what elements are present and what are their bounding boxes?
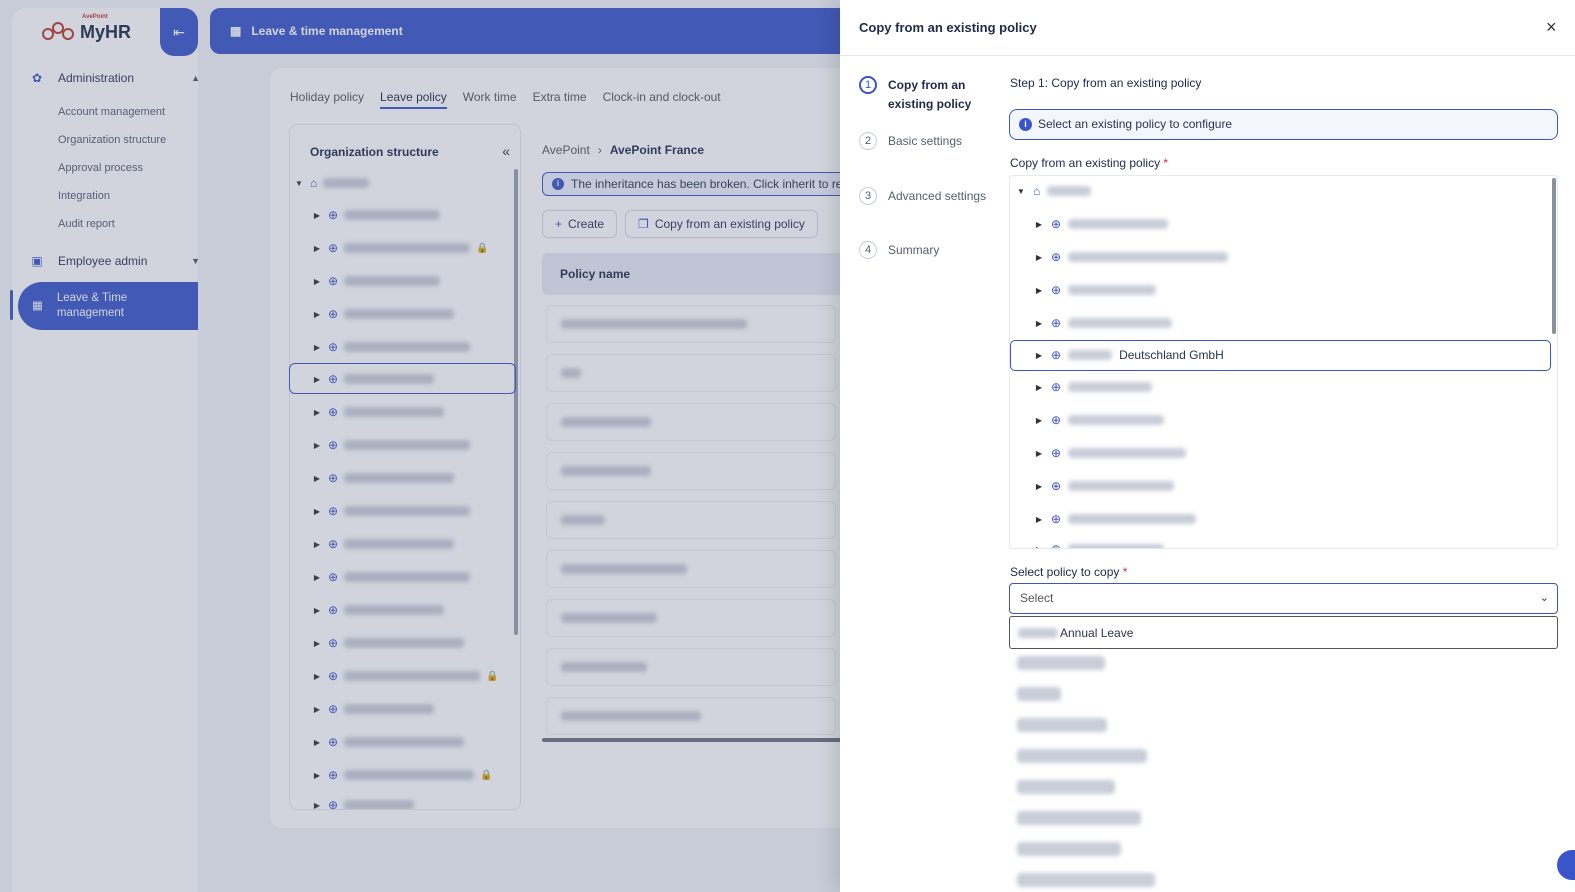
tree-node[interactable]: ▶ ⊕ [1034, 279, 1157, 301]
dropdown-option[interactable] [1017, 718, 1107, 732]
step-label: Basic settings [888, 134, 963, 148]
chevron-down-icon: ⌄ [1539, 592, 1549, 604]
caret-down-icon: ▼ [1017, 186, 1025, 196]
scrollbar[interactable] [1552, 178, 1556, 334]
step-2[interactable]: 2 Basic settings [859, 132, 962, 151]
tree-node[interactable]: ▶ ⊕ [1034, 538, 1165, 549]
tree-root[interactable]: ▼ ⌂ [1016, 180, 1092, 202]
blurred-text [1068, 448, 1187, 458]
option-label: Annual Leave [1060, 625, 1134, 640]
divider [840, 55, 1575, 56]
step-number: 1 [859, 76, 877, 94]
blurred-text [1068, 481, 1175, 491]
globe-icon: ⊕ [1051, 316, 1062, 330]
blurred-text [1068, 544, 1165, 548]
selected-node-label: Deutschland GmbH [1119, 348, 1224, 362]
dropdown-option[interactable] [1017, 656, 1105, 670]
caret-right-icon: ▶ [1035, 382, 1043, 392]
blurred-text [1018, 627, 1058, 638]
policy-select[interactable]: Select ⌄ [1009, 583, 1558, 614]
tree-node[interactable]: ▶ ⊕ [1034, 246, 1229, 268]
step-4[interactable]: 4 Summary [859, 241, 939, 260]
caret-right-icon: ▶ [1035, 252, 1043, 262]
home-icon: ⌂ [1033, 184, 1041, 198]
blurred-text [1047, 186, 1092, 196]
caret-right-icon: ▶ [1035, 415, 1043, 425]
select-placeholder: Select [1020, 591, 1054, 605]
tree-label-text: Copy from an existing policy [1010, 156, 1161, 170]
globe-icon: ⊕ [1051, 446, 1062, 460]
globe-icon: ⊕ [1051, 250, 1062, 264]
dropdown-option[interactable] [1017, 749, 1147, 763]
step-label: Advanced settings [888, 189, 987, 203]
tree-node[interactable]: ▶ ⊕ [1034, 475, 1175, 497]
globe-icon: ⊕ [1051, 217, 1062, 231]
step-label: Copy from an existing policy [888, 78, 972, 111]
dropdown-option-highlighted[interactable]: Annual Leave [1009, 616, 1558, 649]
globe-icon: ⊕ [1051, 413, 1062, 427]
caret-right-icon: ▶ [1035, 481, 1043, 491]
tree-node[interactable]: ▶ ⊕ [1034, 376, 1153, 398]
blurred-text [1068, 318, 1173, 328]
globe-icon: ⊕ [1051, 380, 1062, 394]
dropdown-option[interactable] [1017, 811, 1141, 825]
caret-right-icon: ▶ [1035, 318, 1043, 328]
globe-icon: ⊕ [1051, 479, 1062, 493]
step-number: 3 [859, 187, 877, 205]
tree-field-label: Copy from an existing policy * [1010, 156, 1168, 170]
tree-node[interactable]: ▶ ⊕ [1034, 312, 1173, 334]
step-label: Summary [888, 243, 940, 257]
globe-icon: ⊕ [1051, 512, 1062, 526]
policy-field-label: Select policy to copy * [1010, 565, 1127, 579]
required-mark: * [1122, 565, 1128, 579]
globe-icon: ⊕ [1051, 542, 1062, 549]
blurred-text [1068, 252, 1229, 262]
globe-icon: ⊕ [1051, 283, 1062, 297]
step-3[interactable]: 3 Advanced settings [859, 187, 986, 206]
drawer-title: Copy from an existing policy [859, 20, 1037, 35]
hint-box: i Select an existing policy to configure [1009, 109, 1558, 140]
blurred-text [1068, 285, 1157, 295]
globe-icon: ⊕ [1051, 348, 1062, 362]
caret-right-icon: ▶ [1035, 219, 1043, 229]
step-number: 4 [859, 241, 877, 259]
dropdown-option[interactable] [1017, 687, 1061, 701]
required-mark: * [1163, 156, 1169, 170]
blurred-text [1068, 514, 1197, 524]
blurred-text [1068, 350, 1113, 360]
blurred-text [1068, 219, 1169, 229]
blurred-text [1068, 382, 1153, 392]
close-icon[interactable]: × [1546, 17, 1557, 38]
copy-policy-drawer: Copy from an existing policy × 1 Copy fr… [840, 0, 1575, 892]
tree-node[interactable]: ▶ ⊕ [1034, 409, 1165, 431]
caret-right-icon: ▶ [1035, 350, 1043, 360]
policy-label-text: Select policy to copy [1010, 565, 1120, 579]
step-number: 2 [859, 132, 877, 150]
next-button[interactable] [1557, 850, 1575, 880]
info-icon: i [1019, 118, 1032, 131]
caret-right-icon: ▶ [1035, 544, 1043, 549]
step-heading: Step 1: Copy from an existing policy [1010, 76, 1202, 90]
caret-right-icon: ▶ [1035, 448, 1043, 458]
tree-node[interactable]: ▶ ⊕ [1034, 508, 1197, 530]
policy-tree: ▼ ⌂ ▶ ⊕ ▶ ⊕ ▶ ⊕ ▶ ⊕ ▶ ⊕ Deutschland GmbH ▶ ⊕ ▶ ⊕ … [1009, 175, 1558, 549]
caret-right-icon: ▶ [1035, 514, 1043, 524]
caret-right-icon: ▶ [1035, 285, 1043, 295]
blurred-text [1068, 415, 1165, 425]
hint-text: Select an existing policy to configure [1038, 117, 1233, 131]
step-1[interactable]: 1 Copy from an existing policy [859, 76, 978, 114]
dropdown-option[interactable] [1017, 780, 1115, 794]
tree-node[interactable]: ▶ ⊕ [1034, 442, 1187, 464]
tree-node-selected[interactable]: ▶ ⊕ Deutschland GmbH [1034, 344, 1224, 366]
dropdown-option[interactable] [1017, 842, 1121, 856]
tree-node[interactable]: ▶ ⊕ [1034, 213, 1169, 235]
dropdown-option[interactable] [1017, 873, 1155, 887]
